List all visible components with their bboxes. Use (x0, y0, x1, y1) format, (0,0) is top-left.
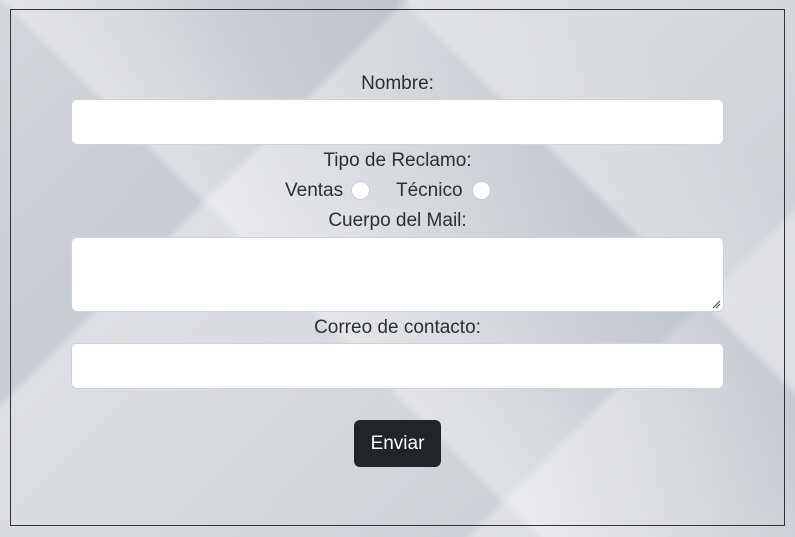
radio-label-ventas: Ventas (285, 180, 344, 201)
resize-handle-icon[interactable] (711, 299, 721, 309)
nombre-input[interactable] (71, 99, 724, 145)
tipo-reclamo-label: Tipo de Reclamo: (323, 150, 472, 171)
nombre-label: Nombre: (361, 73, 434, 94)
correo-contacto-input[interactable] (71, 343, 724, 389)
radio-ventas[interactable] (351, 181, 370, 200)
enviar-button[interactable]: Enviar (354, 420, 441, 467)
cuerpo-mail-label: Cuerpo del Mail: (328, 210, 467, 231)
radio-label-tecnico: Técnico (396, 180, 463, 201)
correo-contacto-label: Correo de contacto: (314, 317, 481, 338)
radio-tecnico[interactable] (472, 181, 491, 200)
cuerpo-mail-textarea[interactable] (71, 237, 724, 312)
tipo-reclamo-radio-group: Ventas Técnico (0, 180, 795, 202)
contact-form: Nombre: Tipo de Reclamo: Ventas Técnico … (0, 0, 795, 537)
